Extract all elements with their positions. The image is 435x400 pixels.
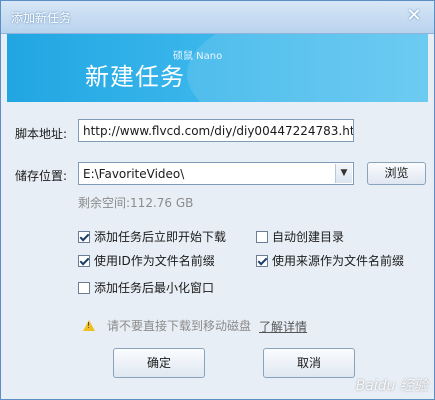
- checkbox[interactable]: [78, 281, 90, 294]
- warning-icon: !: [83, 320, 95, 331]
- banner-heading: 新建任务: [85, 63, 185, 91]
- option-start-immediately[interactable]: 添加任务后立即开始下载: [78, 228, 226, 245]
- chevron-down-icon[interactable]: ▼: [335, 164, 352, 183]
- checkbox[interactable]: [78, 230, 90, 243]
- option-source-prefix[interactable]: 使用来源作为文件名前缀: [256, 252, 404, 269]
- new-task-dialog: 添加新任务 ✕ 新建任务 硕鼠 Nano 脚本地址: http://www.fl…: [0, 0, 435, 400]
- browse-button[interactable]: 浏览: [367, 162, 426, 185]
- checkbox[interactable]: [256, 254, 268, 267]
- option-label: 使用ID作为文件名前缀: [94, 254, 215, 268]
- checkbox[interactable]: [256, 230, 268, 243]
- window-title: 添加新任务: [11, 11, 72, 25]
- ok-button[interactable]: 确定: [113, 348, 205, 378]
- script-address-label: 脚本地址:: [15, 127, 68, 141]
- cancel-button[interactable]: 取消: [263, 348, 355, 378]
- banner-decoration: [187, 34, 428, 102]
- close-icon[interactable]: ✕: [404, 6, 424, 26]
- script-address-input[interactable]: http://www.flvcd.com/diy/diy00447224783.…: [78, 119, 354, 142]
- option-label: 自动创建目录: [272, 230, 345, 244]
- checkbox[interactable]: [78, 254, 90, 267]
- option-id-prefix[interactable]: 使用ID作为文件名前缀: [78, 252, 215, 269]
- option-label: 添加任务后立即开始下载: [94, 230, 227, 244]
- brand-name: 硕鼠 Nano: [173, 51, 223, 62]
- free-space-text: 剩余空间:112.76 GB: [78, 196, 194, 210]
- warning-row: ! 请不要直接下载到移动磁盘: [83, 317, 251, 334]
- save-location-value: E:\FavoriteVideo\: [83, 167, 185, 181]
- save-location-dropdown[interactable]: E:\FavoriteVideo\ ▼: [78, 162, 354, 185]
- option-minimize-window[interactable]: 添加任务后最小化窗口: [78, 279, 214, 296]
- option-label: 添加任务后最小化窗口: [94, 281, 215, 295]
- warning-text: 请不要直接下载到移动磁盘: [107, 319, 252, 333]
- option-label: 使用来源作为文件名前缀: [272, 254, 405, 268]
- learn-more-link[interactable]: 了解详情: [259, 318, 307, 335]
- title-bar: 添加新任务 ✕: [1, 1, 434, 34]
- baidu-watermark: Baidu 经验: [355, 378, 428, 394]
- banner: 新建任务 硕鼠 Nano: [7, 34, 428, 102]
- save-location-label: 储存位置:: [15, 169, 68, 183]
- option-auto-create-dir[interactable]: 自动创建目录: [256, 228, 344, 245]
